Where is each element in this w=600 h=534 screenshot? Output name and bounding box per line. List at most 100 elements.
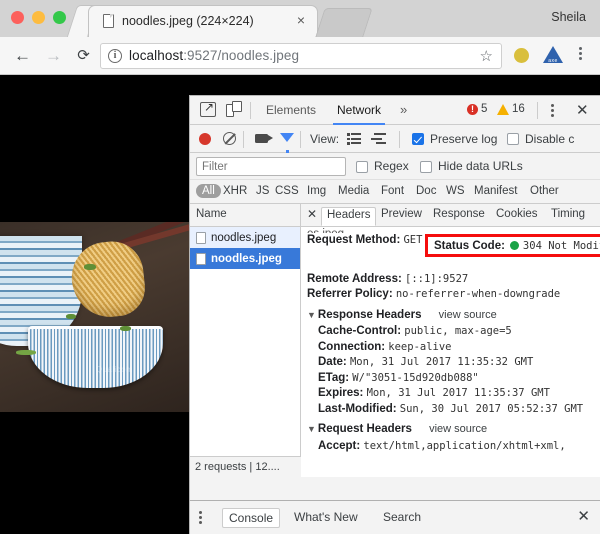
profile-name-label[interactable]: Sheila: [551, 10, 586, 24]
close-icon[interactable]: ×: [294, 13, 308, 28]
garnish-3: [120, 326, 131, 331]
drawer-menu-icon[interactable]: [199, 511, 202, 524]
preserve-log-label[interactable]: Preserve log: [430, 132, 497, 146]
device-toolbar-icon[interactable]: [226, 101, 242, 118]
filter-input[interactable]: [196, 157, 346, 176]
back-icon[interactable]: ←: [12, 46, 33, 67]
filter-js[interactable]: JS: [256, 185, 269, 197]
filter-all[interactable]: All: [196, 184, 221, 198]
more-tabs-icon[interactable]: »: [400, 102, 407, 117]
filter-font[interactable]: Font: [381, 185, 404, 197]
network-body: Name noodles.jpeg noodles.jpeg 2 request…: [190, 204, 600, 477]
request-name: noodles.jpeg: [211, 231, 277, 244]
header-line: ETag: W/"3051-15d920db088": [318, 371, 595, 387]
header-line: Expires: Mon, 31 Jul 2017 11:35:37 GMT: [318, 386, 595, 402]
drawer-tab-search[interactable]: Search: [377, 508, 427, 526]
header-value: no-referrer-when-downgrade: [395, 288, 561, 300]
disable-cache-checkbox[interactable]: [507, 133, 519, 145]
tab-network[interactable]: Network: [333, 102, 386, 125]
table-row[interactable]: noodles.jpeg: [190, 248, 300, 269]
view-source-link[interactable]: view source: [439, 309, 497, 321]
bookmark-star-icon[interactable]: ☆: [480, 48, 493, 65]
warning-icon: [497, 103, 509, 115]
inspect-element-icon[interactable]: [200, 102, 216, 117]
tab-preview[interactable]: Preview: [376, 207, 427, 226]
maximize-window-button[interactable]: [53, 11, 66, 24]
hide-data-urls-label[interactable]: Hide data URLs: [438, 159, 523, 173]
drawer-tab-whats-new[interactable]: What's New: [288, 508, 364, 526]
new-tab-ghost[interactable]: [315, 8, 373, 37]
camera-icon[interactable]: [255, 134, 273, 143]
close-drawer-icon[interactable]: ✕: [577, 507, 590, 525]
close-devtools-icon[interactable]: ✕: [576, 101, 589, 119]
request-detail-pane: ✕ Headers Preview Response Cookies Timin…: [301, 204, 600, 477]
detail-tabbar: ✕ Headers Preview Response Cookies Timin…: [301, 204, 600, 227]
request-headers-section[interactable]: ▼ Request Headers view source: [307, 422, 595, 438]
error-count-badge[interactable]: ! 5: [467, 103, 487, 115]
divider-4: [300, 131, 301, 148]
site-info-icon[interactable]: i: [108, 49, 122, 63]
garnish-2: [66, 314, 76, 319]
header-value: Mon, 31 Jul 2017 11:35:32 GMT: [349, 356, 534, 368]
header-value: text/html,application/xhtml+xml,: [363, 439, 566, 452]
close-window-button[interactable]: [11, 11, 24, 24]
filter-media[interactable]: Media: [338, 185, 369, 197]
header-line: Date: Mon, 31 Jul 2017 11:35:32 GMT: [318, 355, 595, 371]
warning-count-badge[interactable]: 16: [497, 103, 525, 115]
tab-elements[interactable]: Elements: [262, 102, 320, 125]
request-summary: 2 requests | 12....: [190, 456, 301, 477]
address-bar[interactable]: i localhost:9527/noodles.jpeg ☆: [100, 43, 502, 69]
headers-content[interactable]: es.jpeg Request Method: GET Remote Addre…: [301, 227, 600, 477]
filter-manifest[interactable]: Manifest: [474, 185, 517, 197]
filter-funnel-icon[interactable]: [280, 133, 294, 154]
divider-3: [243, 131, 244, 148]
header-line: Referrer Policy: no-referrer-when-downgr…: [307, 287, 595, 303]
request-list: Name noodles.jpeg noodles.jpeg 2 request…: [190, 204, 301, 477]
filter-other[interactable]: Other: [530, 185, 559, 197]
chevron-down-icon[interactable]: ▼: [307, 308, 316, 324]
header-key: Request Method:: [307, 234, 401, 246]
list-view-icon[interactable]: [347, 133, 361, 145]
hide-data-urls-checkbox[interactable]: [420, 161, 432, 173]
filter-css[interactable]: CSS: [275, 185, 299, 197]
forward-icon[interactable]: →: [43, 46, 64, 67]
reload-icon[interactable]: ⟳: [73, 46, 94, 67]
header-line: Last-Modified: Sun, 30 Jul 2017 05:52:37…: [318, 402, 595, 418]
tab-headers[interactable]: Headers: [321, 207, 377, 226]
preserve-log-checkbox[interactable]: [412, 133, 424, 145]
regex-label[interactable]: Regex: [374, 159, 409, 173]
filter-img[interactable]: Img: [307, 185, 326, 197]
chrome-menu-icon[interactable]: [578, 47, 582, 60]
minimize-window-button[interactable]: [32, 11, 45, 24]
header-line: Remote Address: [::1]:9527: [307, 272, 595, 288]
tab-cookies[interactable]: Cookies: [491, 207, 543, 226]
network-toolbar: View: Preserve log Disable c: [190, 125, 600, 154]
status-code-label: Status Code:: [434, 239, 505, 252]
header-line: Connection: keep-alive: [318, 340, 595, 356]
close-detail-icon[interactable]: ✕: [307, 207, 317, 221]
devtools-panel: Elements Network » ! 5 16 ✕ View:: [189, 95, 600, 500]
regex-checkbox[interactable]: [356, 161, 368, 173]
filter-doc[interactable]: Doc: [416, 185, 436, 197]
garnish-4: [16, 350, 36, 355]
avatar[interactable]: [514, 48, 529, 63]
devtools-menu-icon[interactable]: [551, 104, 554, 117]
table-row[interactable]: noodles.jpeg: [190, 227, 300, 248]
request-name: noodles.jpeg: [211, 252, 282, 265]
browser-tab[interactable]: noodles.jpeg (224×224) ×: [88, 5, 318, 37]
filter-xhr[interactable]: XHR: [223, 185, 247, 197]
view-source-link[interactable]: view source: [429, 423, 487, 435]
resource-type-filters: All XHR JS CSS Img Media Font Doc WS Man…: [190, 180, 600, 204]
chevron-down-icon[interactable]: ▼: [307, 422, 316, 438]
waterfall-view-icon[interactable]: [371, 133, 386, 144]
response-headers-section[interactable]: ▼ Response Headers view source: [307, 308, 595, 324]
filter-ws[interactable]: WS: [446, 185, 465, 197]
record-icon[interactable]: [199, 133, 211, 145]
drawer-tab-console[interactable]: Console: [222, 508, 281, 528]
tab-response[interactable]: Response: [428, 207, 490, 226]
tab-timing[interactable]: Timing: [546, 207, 590, 226]
clear-icon[interactable]: [223, 132, 236, 145]
disable-cache-label[interactable]: Disable c: [525, 132, 574, 146]
column-header-name[interactable]: Name: [190, 204, 300, 227]
header-key: Expires:: [318, 387, 364, 399]
